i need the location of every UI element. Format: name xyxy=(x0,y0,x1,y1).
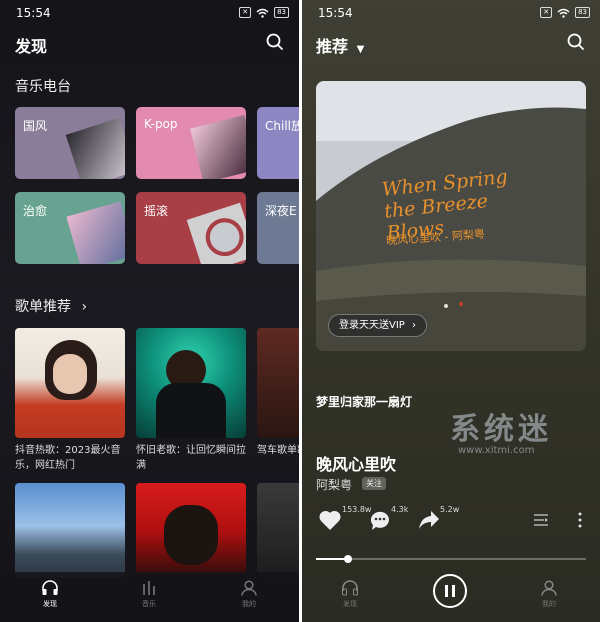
status-time: 15:54 xyxy=(16,6,51,20)
nav-mine[interactable]: 我的 xyxy=(229,580,269,609)
headphones-icon xyxy=(42,580,58,595)
radio-card-label: Chill放 xyxy=(265,119,299,133)
radio-section-heading: 音乐电台 xyxy=(15,79,71,95)
radio-card-chill[interactable]: Chill放 xyxy=(257,107,299,179)
search-icon[interactable] xyxy=(566,32,586,52)
album-art xyxy=(190,115,246,179)
radio-card-label: 治愈 xyxy=(23,204,48,218)
playlist-cover[interactable] xyxy=(257,328,299,438)
profile-icon xyxy=(241,580,257,596)
song-title: 晚风心里吹 xyxy=(316,455,397,474)
nav-label: 发现 xyxy=(43,600,57,608)
caret-down-icon: ▼ xyxy=(356,44,365,55)
vip-label: 登录天天送VIP xyxy=(339,320,405,331)
radio-card-label: 深夜E xyxy=(265,204,297,218)
radio-card-label: K-pop xyxy=(144,117,178,131)
artist-name[interactable]: 阿梨粤 xyxy=(316,476,352,493)
watermark-text: 系统迷 xyxy=(450,412,552,447)
notification-icon: ✕ xyxy=(540,7,553,18)
cover-body xyxy=(156,383,226,438)
share-count: 5.2w xyxy=(440,505,460,514)
album-art xyxy=(186,202,246,264)
nav-mine[interactable]: 我的 xyxy=(529,580,569,609)
album-art xyxy=(65,117,125,179)
playlist-caption: 怀旧老歌：让回忆瞬间拉满 xyxy=(136,445,246,471)
radio-card-healing[interactable]: 治愈 xyxy=(15,192,125,264)
battery-icon: 83 xyxy=(274,7,289,18)
battery-icon: 83 xyxy=(575,7,590,18)
comment-icon[interactable] xyxy=(368,509,392,531)
discover-screen: 15:54 ✕ 83 发现 音乐电台 国风 K-pop Chill放 治愈 摇滚… xyxy=(0,0,299,622)
cover-face xyxy=(53,354,87,394)
chevron-right-icon: › xyxy=(412,320,417,331)
nav-label: 我的 xyxy=(242,600,256,608)
radio-card-label: 国风 xyxy=(23,119,48,133)
playlist-cover[interactable] xyxy=(136,483,246,578)
wifi-icon xyxy=(256,8,269,18)
nav-discover[interactable]: 发现 xyxy=(30,580,70,609)
bottom-nav: 发现 音乐 我的 xyxy=(0,572,299,622)
more-options-icon[interactable] xyxy=(577,512,583,528)
progress-handle[interactable] xyxy=(344,555,353,563)
recommend-screen: 15:54 ✕ 83 推荐 ▼ When Spring the Breeze B… xyxy=(302,0,600,622)
status-bar: 15:54 ✕ 83 xyxy=(302,0,600,26)
album-cover[interactable]: When Spring the Breeze Blows 晚风心里吹 - 阿梨粤… xyxy=(316,81,586,351)
playlist-cover[interactable] xyxy=(136,328,246,438)
pause-button[interactable] xyxy=(433,574,467,608)
playlist-cover[interactable] xyxy=(257,483,299,578)
wifi-icon xyxy=(557,8,570,18)
playlist-cover[interactable] xyxy=(15,483,125,578)
playlist-queue-icon[interactable] xyxy=(533,512,549,528)
cover-figure xyxy=(164,505,218,565)
share-icon[interactable] xyxy=(417,509,441,531)
headphones-icon xyxy=(342,580,358,596)
nav-discover[interactable]: 发现 xyxy=(330,580,370,609)
equalizer-icon xyxy=(143,581,155,595)
nav-label: 发现 xyxy=(343,600,357,608)
status-bar: 15:54 ✕ 83 xyxy=(0,0,299,26)
nav-label: 我的 xyxy=(542,600,556,608)
playlist-heading-label: 歌单推荐 xyxy=(15,299,71,315)
like-icon[interactable] xyxy=(318,509,342,531)
pause-icon xyxy=(445,585,455,597)
lyric-line: 梦里归家那一扇灯 xyxy=(316,395,413,409)
radio-card-rock[interactable]: 摇滚 xyxy=(136,192,246,264)
radio-card-guofeng[interactable]: 国风 xyxy=(15,107,125,179)
notification-icon: ✕ xyxy=(239,7,252,18)
page-title: 发现 xyxy=(15,37,48,56)
follow-button[interactable]: 关注 xyxy=(362,477,386,490)
chevron-right-icon: › xyxy=(81,299,88,315)
playlist-section-heading[interactable]: 歌单推荐 › xyxy=(15,296,87,316)
bottom-nav: 发现 我的 xyxy=(302,572,600,622)
radio-card-latenight[interactable]: 深夜E xyxy=(257,192,299,264)
profile-icon xyxy=(541,580,557,596)
radio-card-label: 摇滚 xyxy=(144,204,169,218)
nav-label: 音乐 xyxy=(142,600,156,608)
search-icon[interactable] xyxy=(265,32,285,52)
playlist-caption: 抖音热歌：2023最火音乐，网红热门 xyxy=(15,445,121,471)
vip-login-button[interactable]: 登录天天送VIP › xyxy=(328,314,428,337)
radio-card-kpop[interactable]: K-pop xyxy=(136,107,246,179)
comment-count: 4.3k xyxy=(391,505,409,514)
nav-music[interactable]: 音乐 xyxy=(129,580,169,609)
page-title: 推荐 xyxy=(316,37,349,56)
album-art xyxy=(66,201,125,264)
playlist-caption: 驾车歌单歌单就够 xyxy=(257,445,299,456)
status-time: 15:54 xyxy=(318,6,353,20)
playlist-cover[interactable] xyxy=(15,328,125,438)
progress-track[interactable] xyxy=(316,555,586,563)
recommend-dropdown[interactable]: 推荐 ▼ xyxy=(316,33,364,57)
watermark-url: www.xitmi.com xyxy=(458,445,535,456)
